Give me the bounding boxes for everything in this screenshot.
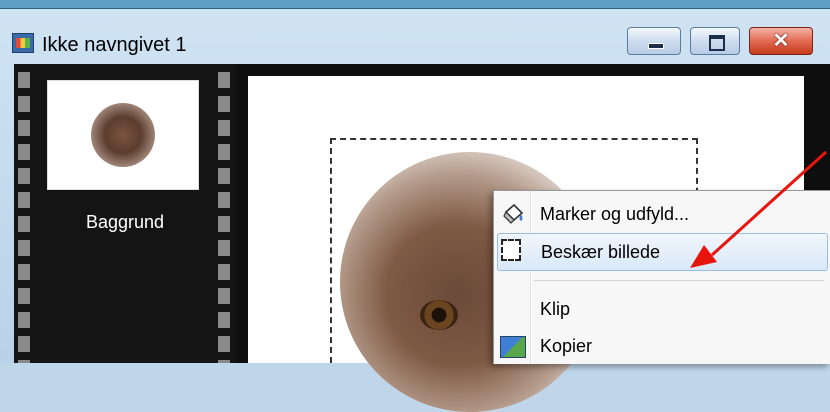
layer-thumbnail[interactable]	[47, 80, 199, 190]
crop-marquee-icon	[501, 239, 521, 261]
menu-item-copy[interactable]: Kopier	[497, 328, 828, 366]
minimize-button[interactable]	[627, 27, 681, 55]
close-icon: ✕	[772, 30, 790, 52]
layer-thumbnail-image	[91, 103, 155, 167]
paint-bucket-icon	[499, 202, 527, 228]
layer-label: Baggrund	[85, 212, 165, 232]
window-title: Ikke navngivet 1	[42, 34, 187, 56]
copy-image-icon	[500, 336, 526, 358]
context-menu: Marker og udfyld... Beskær billede Klip …	[493, 190, 830, 364]
menu-item-crop-image[interactable]: Beskær billede	[497, 233, 828, 271]
maximize-button[interactable]	[690, 27, 740, 55]
menu-item-select-and-fill[interactable]: Marker og udfyld...	[497, 196, 828, 234]
menu-label: Kopier	[540, 336, 593, 356]
screen-top-strip	[0, 0, 830, 9]
title-bar[interactable]: Ikke navngivet 1 ✕	[0, 9, 830, 61]
layers-filmstrip: Baggrund	[14, 64, 236, 363]
menu-separator	[534, 280, 824, 281]
menu-label: Klip	[540, 299, 571, 319]
maximize-icon	[709, 35, 725, 51]
minimize-icon	[648, 43, 664, 49]
menu-label: Marker og udfyld...	[540, 204, 690, 224]
image-document-icon	[12, 33, 34, 53]
menu-label: Beskær billede	[541, 242, 661, 262]
close-button[interactable]: ✕	[749, 27, 813, 55]
menu-item-cut[interactable]: Klip	[497, 291, 828, 329]
